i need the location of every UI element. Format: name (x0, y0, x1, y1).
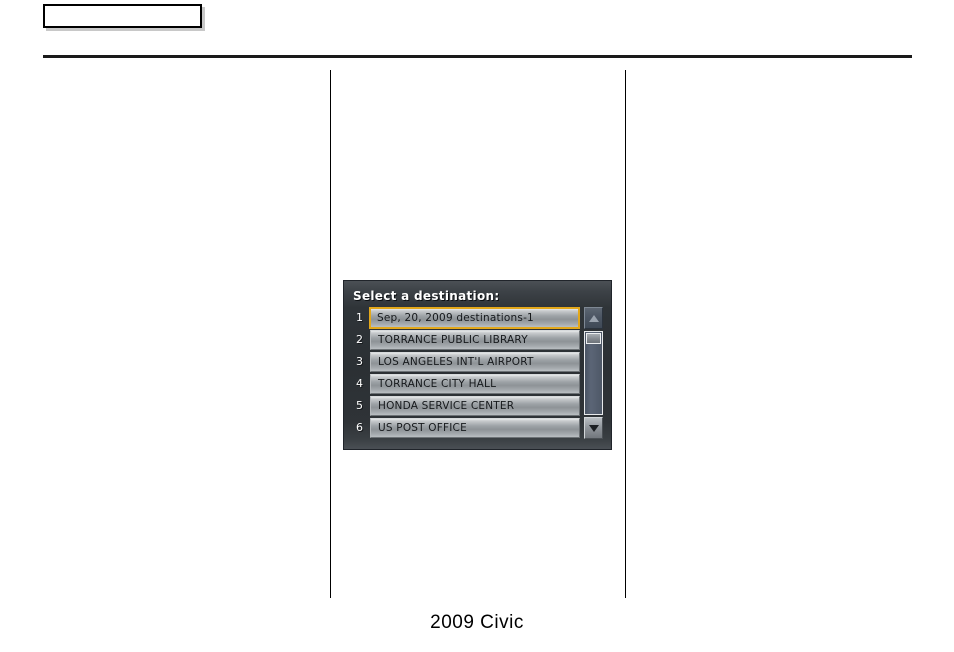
scroll-up-button[interactable] (584, 307, 603, 329)
page-footer: 2009 Civic (430, 612, 524, 633)
list-item[interactable]: 6 US POST OFFICE (352, 417, 580, 438)
page-header-label (45, 6, 200, 9)
destination-button-selected[interactable]: Sep, 20, 2009 destinations-1 (369, 306, 580, 329)
destination-button[interactable]: LOS ANGELES INT'L AIRPORT (370, 351, 580, 372)
column-divider-left (330, 70, 331, 598)
destination-button[interactable]: TORRANCE CITY HALL (370, 373, 580, 394)
list-item-number: 3 (356, 355, 363, 368)
list-item-label: US POST OFFICE (378, 421, 467, 434)
list-item-label: HONDA SERVICE CENTER (378, 399, 515, 412)
scroll-down-button[interactable] (584, 417, 603, 439)
manual-page: Select a destination: 1 Sep, 20, 2009 de… (0, 0, 954, 652)
scrollbar[interactable] (584, 307, 603, 439)
navigation-screen: Select a destination: 1 Sep, 20, 2009 de… (343, 280, 612, 450)
scrollbar-track[interactable] (584, 331, 603, 415)
destination-button[interactable]: US POST OFFICE (370, 417, 580, 438)
list-item-number: 2 (356, 333, 363, 346)
list-item-label: TORRANCE PUBLIC LIBRARY (378, 333, 528, 346)
scrollbar-thumb[interactable] (586, 333, 601, 344)
list-item[interactable]: 4 TORRANCE CITY HALL (352, 373, 580, 394)
destination-list: 1 Sep, 20, 2009 destinations-1 2 TORRANC… (352, 306, 580, 439)
list-item-number: 6 (356, 421, 363, 434)
list-item-number: 1 (356, 311, 363, 324)
destination-button[interactable]: TORRANCE PUBLIC LIBRARY (370, 329, 580, 350)
triangle-up-icon (588, 314, 599, 322)
list-item-number: 5 (356, 399, 363, 412)
column-divider-right (625, 70, 626, 598)
destination-button[interactable]: HONDA SERVICE CENTER (370, 395, 580, 416)
list-item-label: Sep, 20, 2009 destinations-1 (377, 311, 534, 324)
list-item-label: TORRANCE CITY HALL (378, 377, 497, 390)
navigation-screen-body: 1 Sep, 20, 2009 destinations-1 2 TORRANC… (352, 306, 603, 439)
scrollbar-track-remainder (586, 344, 601, 413)
header-divider-rule (43, 55, 912, 58)
list-item[interactable]: 3 LOS ANGELES INT'L AIRPORT (352, 351, 580, 372)
list-item[interactable]: 5 HONDA SERVICE CENTER (352, 395, 580, 416)
navigation-screen-title: Select a destination: (353, 289, 500, 303)
triangle-down-icon (588, 424, 599, 432)
list-item-label: LOS ANGELES INT'L AIRPORT (378, 355, 534, 368)
list-item[interactable]: 2 TORRANCE PUBLIC LIBRARY (352, 329, 580, 350)
list-item[interactable]: 1 Sep, 20, 2009 destinations-1 (352, 306, 580, 329)
page-header-box (43, 4, 202, 28)
list-item-number: 4 (356, 377, 363, 390)
